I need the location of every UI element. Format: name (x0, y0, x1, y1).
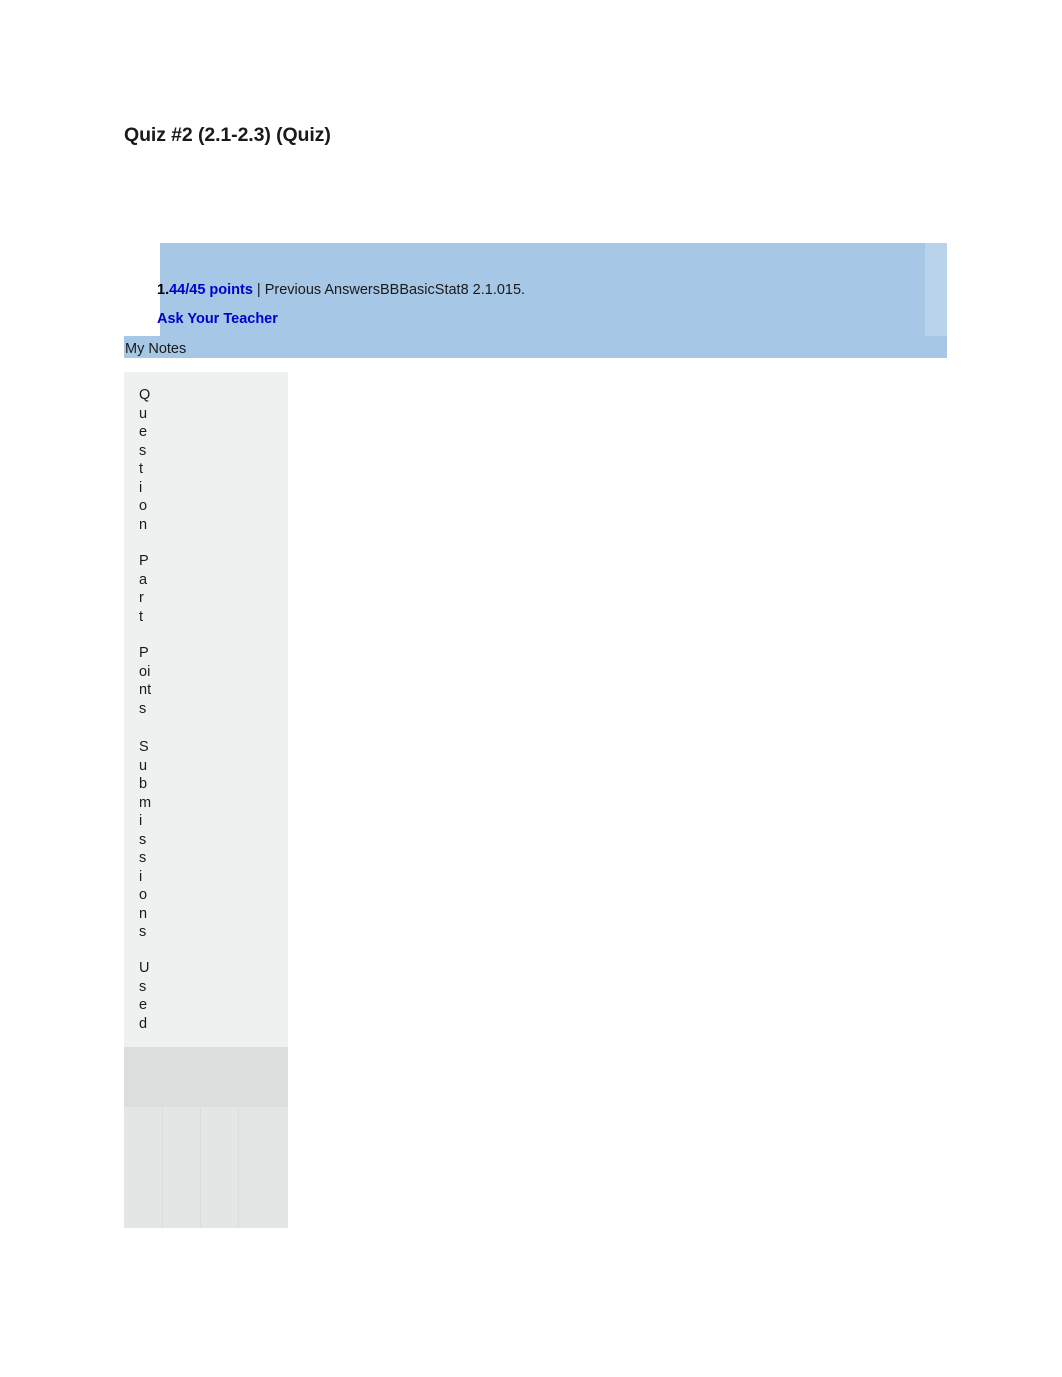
grading-table: Q u e s t i o n P a r t P oi nt s S u b … (124, 372, 288, 1228)
table-cell-divider (238, 1107, 239, 1228)
grading-table-body (124, 1047, 288, 1228)
question-source-details: | Previous AnswersBBBasicStat8 2.1.015. (252, 282, 526, 298)
table-row (124, 1107, 288, 1228)
question-banner-edge (925, 243, 947, 340)
grading-table-header: Q u e s t i o n P a r t P oi nt s S u b … (124, 372, 288, 1047)
ask-your-teacher-link[interactable]: Ask Your Teacher (157, 311, 278, 327)
table-cell-divider (162, 1107, 163, 1228)
column-header-part: P a r t (139, 553, 149, 625)
table-row (124, 1047, 288, 1107)
column-header-used: U s e d (139, 960, 150, 1032)
question-points: 44/45 points (169, 282, 253, 298)
table-cell-divider (200, 1107, 201, 1228)
my-notes-label[interactable]: My Notes (125, 341, 186, 357)
question-banner-footer (124, 336, 947, 358)
question-summary-line: 1.44/45 points | Previous AnswersBBBasic… (157, 281, 525, 299)
column-header-submissions: S u b m i s s i o n s (139, 739, 152, 940)
question-number: 1. (157, 282, 170, 298)
page-title: Quiz #2 (2.1-2.3) (Quiz) (124, 124, 331, 146)
column-header-question: Q u e s t i o n (139, 387, 151, 533)
column-header-points: P oi nt s (139, 645, 152, 717)
